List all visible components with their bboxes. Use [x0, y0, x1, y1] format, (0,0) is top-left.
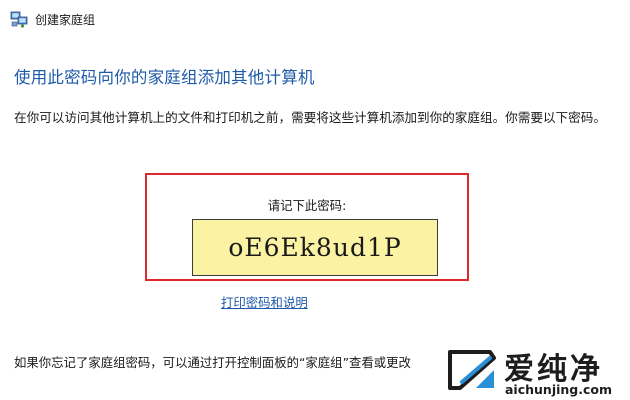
title-bar: 创建家庭组: [10, 8, 95, 30]
password-display-box: oE6Ek8ud1P: [192, 219, 438, 276]
window-title: 创建家庭组: [35, 12, 96, 27]
watermark: 爱纯净 aichunjing.com: [442, 344, 630, 400]
footer-note: 如果你忘记了家庭组密码，可以通过打开控制面板的“家庭组”查看或更改: [14, 355, 411, 370]
homegroup-password: oE6Ek8ud1P: [228, 233, 402, 262]
password-prompt-label: 请记下此密码:: [267, 198, 347, 213]
watermark-logo-icon: [448, 350, 496, 390]
page-heading: 使用此密码向你的家庭组添加其他计算机: [14, 68, 315, 87]
instruction-text: 在你可以访问其他计算机上的文件和打印机之前，需要将这些计算机添加到你的家庭组。你…: [14, 110, 606, 125]
homegroup-icon: [10, 11, 28, 28]
print-password-link[interactable]: 打印密码和说明: [221, 293, 308, 311]
watermark-domain: aichunjing.com: [505, 382, 613, 397]
